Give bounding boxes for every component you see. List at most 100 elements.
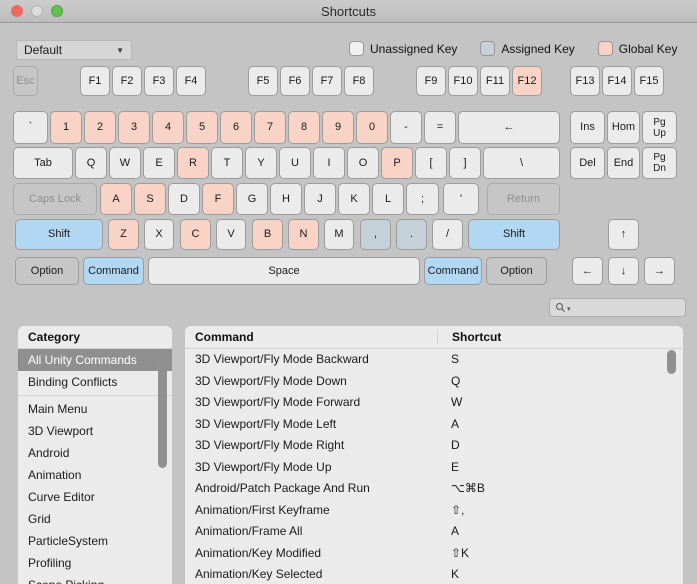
category-item[interactable]: Binding Conflicts [18, 371, 172, 393]
key-option[interactable]: Option [486, 257, 547, 285]
command-row[interactable]: Animation/Key SelectedK [185, 564, 683, 584]
key-1[interactable]: 1 [50, 111, 82, 144]
command-row[interactable]: 3D Viewport/Fly Mode DownQ [185, 371, 683, 393]
key-c[interactable]: C [180, 219, 211, 250]
key-t[interactable]: T [211, 147, 243, 179]
key-r[interactable]: R [177, 147, 209, 179]
key-6[interactable]: 6 [220, 111, 252, 144]
command-scrollbar[interactable] [667, 350, 676, 374]
key-l[interactable]: L [372, 183, 404, 215]
command-row[interactable]: 3D Viewport/Fly Mode LeftA [185, 414, 683, 436]
category-item[interactable]: Main Menu [18, 398, 172, 420]
key-symbol[interactable]: - [390, 111, 422, 144]
key-esc[interactable]: Esc [13, 66, 38, 96]
key-shift[interactable]: Shift [15, 219, 103, 250]
key-symbol[interactable]: ← [572, 257, 603, 285]
key-5[interactable]: 5 [186, 111, 218, 144]
key-f4[interactable]: F4 [176, 66, 206, 96]
key-j[interactable]: J [304, 183, 336, 215]
key-f[interactable]: F [202, 183, 234, 215]
key-y[interactable]: Y [245, 147, 277, 179]
key-symbol[interactable]: , [360, 219, 391, 250]
key-m[interactable]: M [324, 219, 354, 250]
key-7[interactable]: 7 [254, 111, 286, 144]
key-x[interactable]: X [144, 219, 174, 250]
key-v[interactable]: V [216, 219, 246, 250]
key-symbol[interactable]: ↓ [608, 257, 639, 285]
key-f1[interactable]: F1 [80, 66, 110, 96]
key-k[interactable]: K [338, 183, 370, 215]
key-o[interactable]: O [347, 147, 379, 179]
key-symbol[interactable]: ] [449, 147, 481, 179]
key-tab[interactable]: Tab [13, 147, 73, 179]
key-caps-lock[interactable]: Caps Lock [13, 183, 97, 215]
key-symbol[interactable]: [ [415, 147, 447, 179]
key-4[interactable]: 4 [152, 111, 184, 144]
command-row[interactable]: Animation/Frame AllA [185, 521, 683, 543]
key-h[interactable]: H [270, 183, 302, 215]
key-0[interactable]: 0 [356, 111, 388, 144]
key-w[interactable]: W [109, 147, 141, 179]
key-pg-up[interactable]: Pg Up [642, 111, 677, 144]
key-option[interactable]: Option [15, 257, 79, 285]
key-b[interactable]: B [252, 219, 283, 250]
key-p[interactable]: P [381, 147, 413, 179]
key-z[interactable]: Z [108, 219, 139, 250]
category-item[interactable]: Curve Editor [18, 486, 172, 508]
command-row[interactable]: 3D Viewport/Fly Mode RightD [185, 435, 683, 457]
key-i[interactable]: I [313, 147, 345, 179]
key-symbol[interactable]: ` [13, 111, 48, 144]
key-f10[interactable]: F10 [448, 66, 478, 96]
key-command[interactable]: Command [424, 257, 482, 285]
key-n[interactable]: N [288, 219, 319, 250]
key-f13[interactable]: F13 [570, 66, 600, 96]
category-item[interactable]: All Unity Commands [18, 349, 172, 371]
key-symbol[interactable]: . [396, 219, 427, 250]
command-column-header[interactable]: Command [185, 330, 437, 344]
key-symbol[interactable]: = [424, 111, 456, 144]
category-item[interactable]: Grid [18, 508, 172, 530]
key-space[interactable]: Space [148, 257, 420, 285]
command-row[interactable]: 3D Viewport/Fly Mode UpE [185, 457, 683, 479]
key-command[interactable]: Command [83, 257, 144, 285]
key-g[interactable]: G [236, 183, 268, 215]
key-return[interactable]: Return [487, 183, 560, 215]
key-hom[interactable]: Hom [607, 111, 640, 144]
key-9[interactable]: 9 [322, 111, 354, 144]
key-f3[interactable]: F3 [144, 66, 174, 96]
key-f5[interactable]: F5 [248, 66, 278, 96]
search-input[interactable] [572, 301, 680, 315]
command-row[interactable]: Android/Patch Package And Run⌥⌘B [185, 478, 683, 500]
key-2[interactable]: 2 [84, 111, 116, 144]
command-row[interactable]: 3D Viewport/Fly Mode BackwardS [185, 349, 683, 371]
command-row[interactable]: 3D Viewport/Fly Mode ForwardW [185, 392, 683, 414]
key-f8[interactable]: F8 [344, 66, 374, 96]
key-f6[interactable]: F6 [280, 66, 310, 96]
key-d[interactable]: D [168, 183, 200, 215]
key-e[interactable]: E [143, 147, 175, 179]
key-s[interactable]: S [134, 183, 166, 215]
key-3[interactable]: 3 [118, 111, 150, 144]
key-del[interactable]: Del [570, 147, 605, 179]
key-symbol[interactable]: ← [458, 111, 560, 144]
key-f9[interactable]: F9 [416, 66, 446, 96]
key-ins[interactable]: Ins [570, 111, 605, 144]
category-item[interactable]: ParticleSystem [18, 530, 172, 552]
key-symbol[interactable]: ; [406, 183, 439, 215]
key-u[interactable]: U [279, 147, 311, 179]
category-item[interactable]: Scene Picking [18, 574, 172, 584]
key-symbol[interactable]: \ [483, 147, 560, 179]
category-item[interactable]: Android [18, 442, 172, 464]
key-symbol[interactable]: → [644, 257, 675, 285]
key-symbol[interactable]: ↑ [608, 219, 639, 250]
key-q[interactable]: Q [75, 147, 107, 179]
key-8[interactable]: 8 [288, 111, 320, 144]
category-item[interactable]: 3D Viewport [18, 420, 172, 442]
search-field[interactable]: ▾ [549, 298, 686, 317]
category-scrollbar[interactable] [158, 350, 167, 468]
key-shift[interactable]: Shift [468, 219, 560, 250]
key-pg-dn[interactable]: Pg Dn [642, 147, 677, 179]
key-a[interactable]: A [100, 183, 132, 215]
key-end[interactable]: End [607, 147, 640, 179]
command-row[interactable]: Animation/First Keyframe⇧, [185, 500, 683, 522]
